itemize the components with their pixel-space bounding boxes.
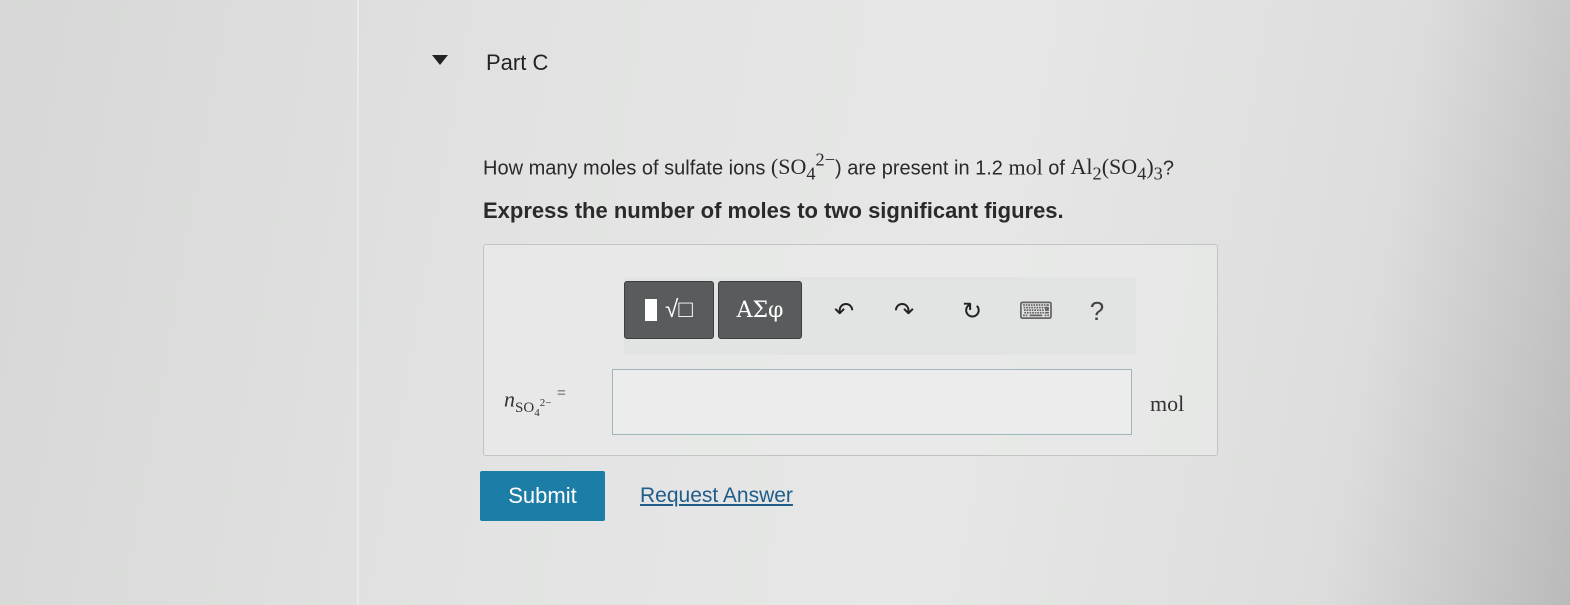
answer-input[interactable] [612, 369, 1132, 435]
question-of: of [1042, 157, 1071, 180]
symbols-button[interactable]: ΑΣφ [718, 281, 802, 339]
help-icon[interactable]: ? [1079, 293, 1115, 329]
instruction-text: Express the number of moles to two signi… [483, 198, 1064, 223]
ion-close-paren: ) [835, 157, 842, 180]
question-middle: are present in 1.2 [841, 157, 1009, 180]
answer-panel: √□ ΑΣφ ↶ ↷ ↻ ⌨ ? nSO42− = mol [483, 244, 1218, 456]
answer-unit: mol [1150, 391, 1185, 416]
answer-variable-label: nSO42− = [504, 385, 566, 419]
math-toolbar: √□ ΑΣφ ↶ ↷ ↻ ⌨ ? [624, 277, 1136, 355]
left-divider [357, 0, 359, 605]
reset-icon[interactable]: ↻ [954, 293, 990, 329]
question-text: How many moles of sulfate ions (SO42−) a… [483, 150, 1174, 185]
submit-button[interactable]: Submit [480, 471, 605, 521]
keyboard-icon[interactable]: ⌨ [1018, 293, 1054, 329]
sulfate-ion-formula: (SO42− [770, 150, 836, 184]
aluminum-sulfate-formula: Al2(SO4)3 [1070, 154, 1163, 184]
question-prefix: How many moles of sulfate ions [483, 157, 771, 180]
radical-icon: √□ [665, 296, 693, 323]
redo-icon[interactable]: ↷ [886, 293, 922, 329]
templates-button[interactable]: √□ [624, 281, 714, 339]
request-answer-link[interactable]: Request Answer [640, 484, 793, 508]
collapse-caret-icon[interactable] [432, 55, 448, 65]
undo-icon[interactable]: ↶ [826, 293, 862, 329]
template-block-icon [645, 299, 658, 321]
amount-unit: mol [1008, 154, 1043, 180]
page: Part C How many moles of sulfate ions (S… [0, 0, 1570, 605]
part-title: Part C [486, 50, 549, 75]
question-suffix: ? [1162, 157, 1174, 180]
